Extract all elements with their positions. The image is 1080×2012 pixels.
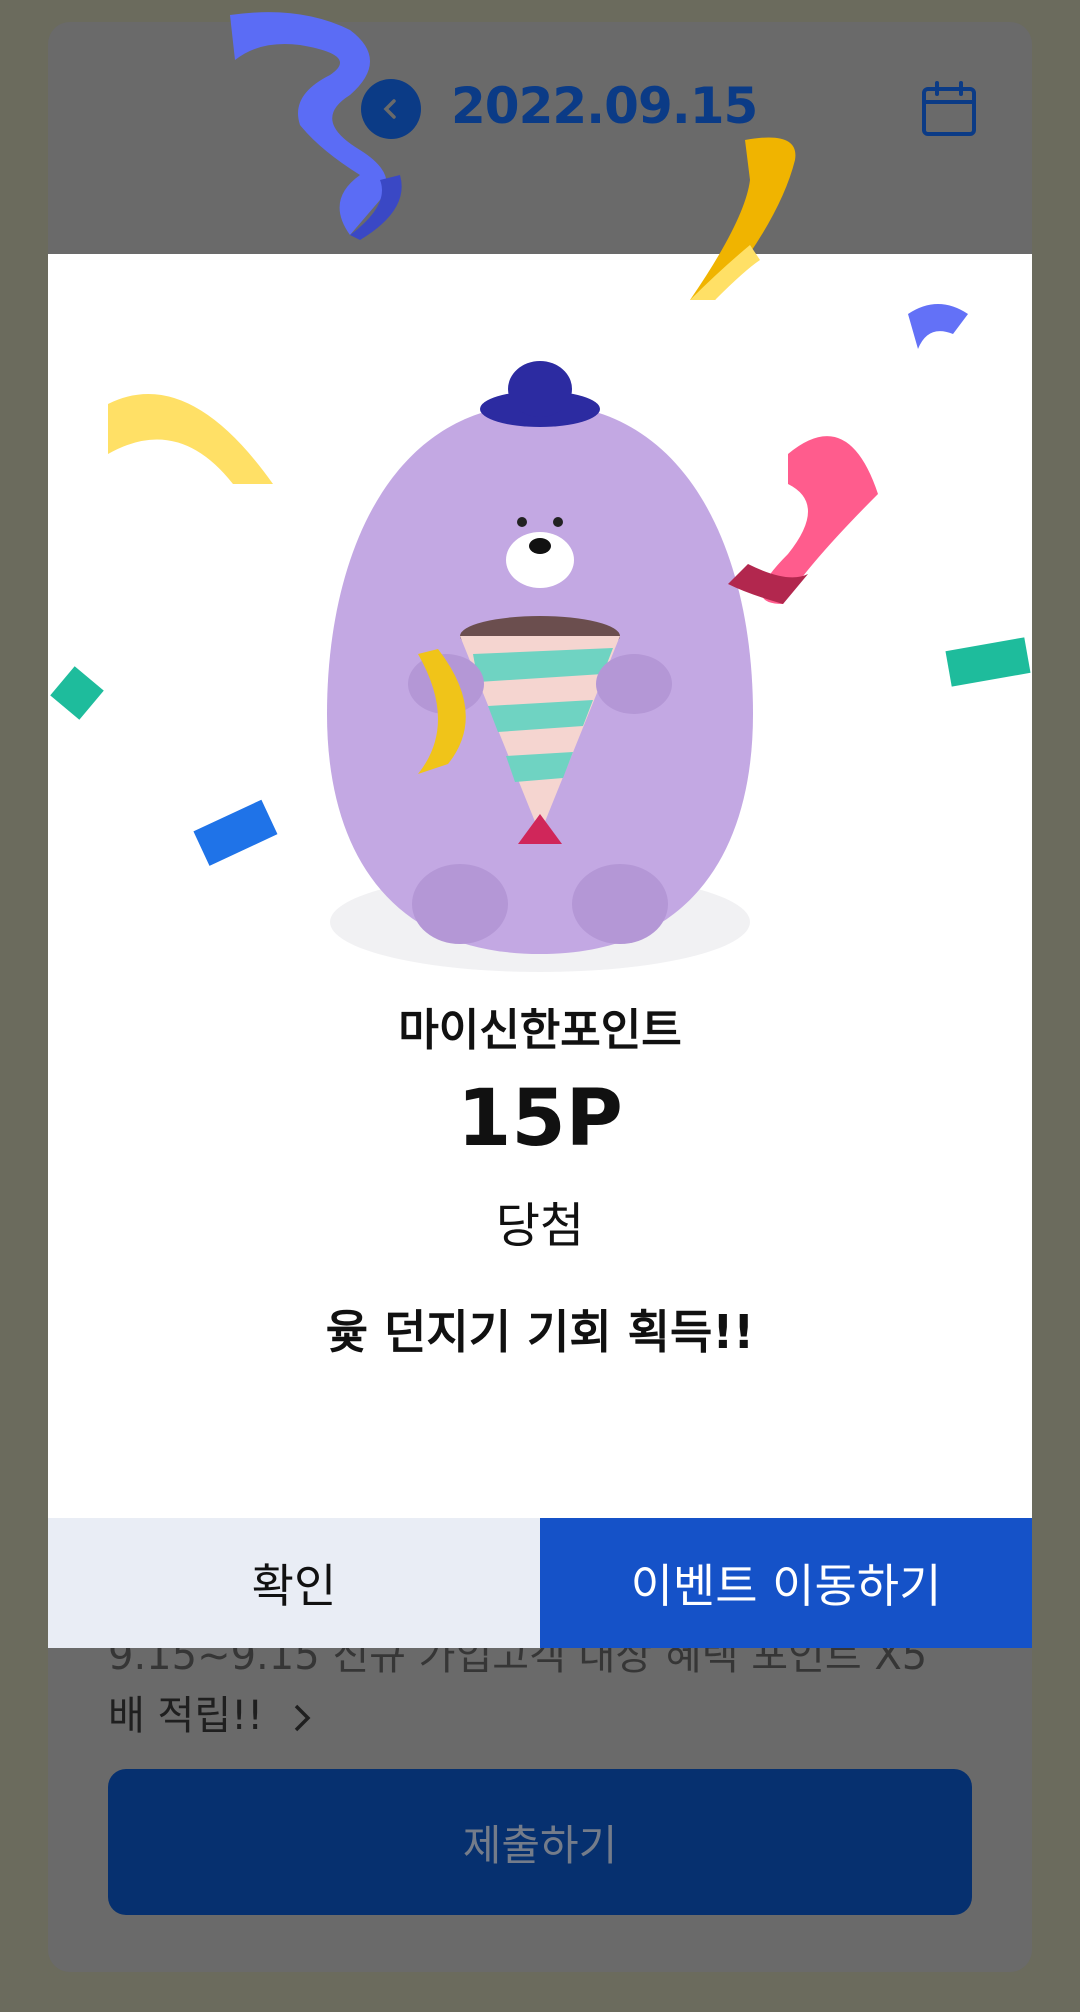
- prize-modal: 마이신한포인트 15P 당첨 윷 던지기 기회 획득!! 확인 이벤트 이동하기: [48, 254, 1032, 1648]
- modal-button-row: 확인 이벤트 이동하기: [48, 1518, 1032, 1648]
- point-value: 15P: [457, 1074, 623, 1164]
- confirm-button[interactable]: 확인: [48, 1518, 540, 1648]
- win-label: 당첨: [495, 1198, 585, 1254]
- go-to-event-button[interactable]: 이벤트 이동하기: [540, 1518, 1032, 1648]
- prev-date-button[interactable]: [361, 79, 421, 139]
- point-name: 마이신한포인트: [398, 1005, 682, 1056]
- event-description-line2: 배 적립!!: [108, 1684, 316, 1748]
- current-date: 2022.09.15: [451, 77, 758, 135]
- submit-button[interactable]: 제출하기: [108, 1769, 972, 1915]
- chevron-right-icon: [294, 1704, 311, 1732]
- character-illustration: [50, 304, 1031, 972]
- chance-text: 윷 던지기 기회 획득!!: [325, 1305, 755, 1359]
- date-header: 2022.09.15: [48, 22, 1032, 252]
- chevron-left-icon: [383, 99, 396, 119]
- calendar-icon[interactable]: [920, 80, 978, 138]
